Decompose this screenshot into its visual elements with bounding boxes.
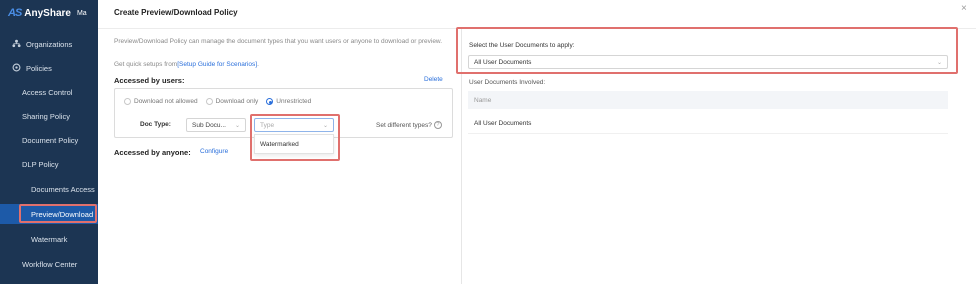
radio-label: Unrestricted bbox=[276, 98, 312, 105]
org-icon bbox=[11, 39, 21, 49]
accessed-by-users-title: Accessed by users: bbox=[114, 76, 185, 85]
sidebar-item-label: Organizations bbox=[26, 39, 73, 49]
logo-mark: AS bbox=[8, 7, 22, 19]
sub-document-select[interactable]: Sub Docu... ⌄ bbox=[186, 118, 246, 132]
setup-guide-link[interactable]: [Setup Guide for Scenarios] bbox=[177, 61, 257, 68]
select-value: Sub Docu... bbox=[192, 121, 226, 129]
radio-download-not-allowed[interactable]: Download not allowed bbox=[124, 98, 198, 105]
sidebar-item-preview-download[interactable]: Preview/Download bbox=[0, 204, 98, 224]
sidebar-item-documents-access[interactable]: Documents Access bbox=[0, 179, 98, 199]
select-user-docs-label: Select the User Documents to apply: bbox=[469, 42, 575, 49]
radio-dot bbox=[124, 98, 131, 105]
column-header-name: Name bbox=[474, 96, 492, 104]
accessed-by-anyone-title: Accessed by anyone: bbox=[114, 148, 191, 157]
close-icon[interactable]: × bbox=[961, 3, 967, 14]
sidebar-item-access-control[interactable]: Access Control bbox=[0, 82, 98, 102]
sidebar-item-dlp-policy[interactable]: DLP Policy bbox=[0, 154, 98, 174]
quick-setup-suffix: . bbox=[257, 61, 259, 68]
policy-icon bbox=[11, 63, 21, 73]
sidebar-item-watermark[interactable]: Watermark bbox=[0, 229, 98, 249]
quick-setup-prefix: Get quick setups from bbox=[114, 61, 178, 68]
chevron-down-icon: ⌄ bbox=[936, 59, 942, 66]
user-docs-involved-label: User Documents Involved: bbox=[469, 79, 546, 86]
sidebar-item-policies[interactable]: Policies bbox=[0, 58, 98, 78]
select-value: All User Documents bbox=[474, 58, 532, 66]
sidebar-item-label: Preview/Download bbox=[31, 209, 94, 219]
pane-divider bbox=[461, 28, 462, 284]
sidebar-item-label: Workflow Center bbox=[22, 259, 78, 269]
sidebar-item-label: DLP Policy bbox=[22, 159, 59, 169]
table-row[interactable]: All User Documents bbox=[468, 114, 948, 134]
download-radio-group: Download not allowed Download only Unres… bbox=[124, 98, 311, 105]
sidebar-item-organizations[interactable]: Organizations bbox=[0, 34, 98, 54]
radio-unrestricted[interactable]: Unrestricted bbox=[266, 98, 311, 105]
sidebar-item-label: Documents Access bbox=[31, 184, 95, 194]
radio-download-only[interactable]: Download only bbox=[205, 98, 259, 105]
delete-link[interactable]: Delete bbox=[424, 76, 443, 83]
sidebar-item-label: Access Control bbox=[22, 87, 73, 97]
quick-setup-text: Get quick setups from[Setup Guide for Sc… bbox=[114, 61, 259, 68]
header-divider bbox=[98, 28, 976, 29]
set-different-label: Set different types? bbox=[376, 121, 432, 129]
sidebar-item-label: Policies bbox=[26, 63, 52, 73]
type-select[interactable]: Type ⌄ bbox=[254, 118, 334, 132]
select-placeholder: Type bbox=[260, 121, 275, 129]
radio-label: Download not allowed bbox=[134, 98, 198, 105]
help-icon[interactable]: ? bbox=[433, 121, 442, 129]
chevron-down-icon: ⌄ bbox=[322, 122, 328, 129]
set-different-types[interactable]: Set different types? ? bbox=[376, 121, 442, 129]
configure-link[interactable]: Configure bbox=[200, 148, 228, 155]
header-truncated-text: Ma bbox=[76, 9, 87, 17]
doc-type-label: Doc Type: bbox=[140, 121, 171, 128]
radio-label: Download only bbox=[215, 98, 259, 105]
table-cell-name: All User Documents bbox=[474, 120, 532, 127]
sidebar-item-label: Document Policy bbox=[22, 135, 79, 145]
radio-dot bbox=[266, 98, 274, 105]
user-documents-select[interactable]: All User Documents ⌄ bbox=[468, 55, 948, 69]
sidebar: AS AnyShare Ma Organizations Policies Ac… bbox=[0, 0, 98, 284]
policy-description: Preview/Download Policy can manage the d… bbox=[114, 38, 443, 45]
table-header: Name bbox=[468, 91, 948, 109]
sidebar-item-label: Sharing Policy bbox=[22, 111, 70, 121]
radio-dot bbox=[205, 98, 213, 105]
sidebar-item-sharing-policy[interactable]: Sharing Policy bbox=[0, 106, 98, 126]
modal-title: Create Preview/Download Policy bbox=[114, 8, 238, 17]
type-dropdown-option-watermarked[interactable]: Watermarked bbox=[254, 134, 334, 154]
logo-text: AnyShare bbox=[24, 7, 71, 19]
dropdown-option-label: Watermarked bbox=[260, 140, 299, 148]
sidebar-item-label: Watermark bbox=[31, 234, 68, 244]
app-logo[interactable]: AS AnyShare Ma bbox=[8, 6, 87, 20]
sidebar-item-document-policy[interactable]: Document Policy bbox=[0, 130, 98, 150]
chevron-down-icon: ⌄ bbox=[234, 122, 240, 129]
sidebar-item-workflow-center[interactable]: Workflow Center bbox=[0, 254, 98, 274]
